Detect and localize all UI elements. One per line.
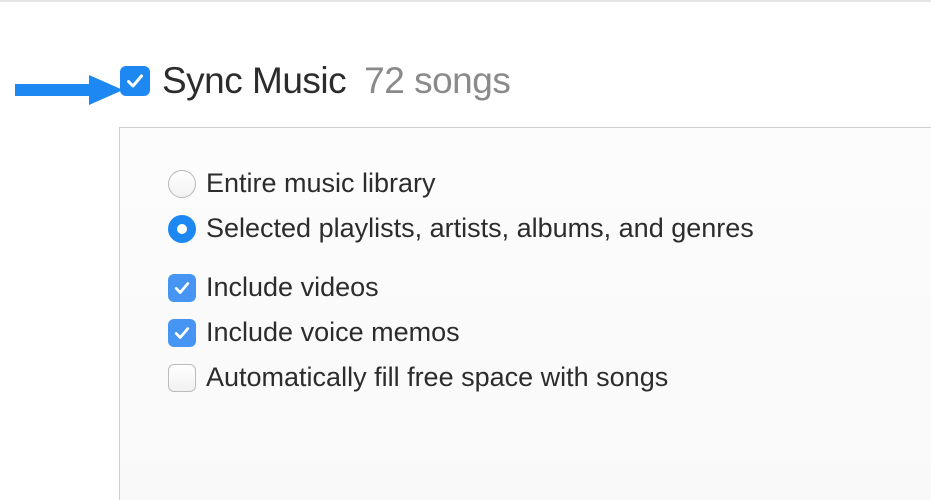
divider-line	[0, 0, 931, 2]
radio-row-entire-library: Entire music library	[168, 168, 891, 199]
radio-selected-playlists[interactable]	[168, 215, 196, 243]
sync-music-title: Sync Music	[162, 60, 346, 102]
checkbox-include-voice-memos[interactable]	[168, 319, 196, 347]
check-icon	[173, 324, 191, 342]
sync-options-panel: Entire music library Selected playlists,…	[119, 127, 931, 500]
checkbox-auto-fill[interactable]	[168, 364, 196, 392]
checkbox-row-auto-fill: Automatically fill free space with songs	[168, 362, 891, 393]
radio-entire-library-label: Entire music library	[206, 168, 436, 199]
annotation-arrow-icon	[15, 75, 123, 105]
auto-fill-label: Automatically fill free space with songs	[206, 362, 668, 393]
include-voice-memos-label: Include voice memos	[206, 317, 460, 348]
song-count-label: 72 songs	[364, 60, 510, 102]
checkbox-row-include-voice-memos: Include voice memos	[168, 317, 891, 348]
check-icon	[173, 279, 191, 297]
checkbox-row-include-videos: Include videos	[168, 272, 891, 303]
radio-row-selected-playlists: Selected playlists, artists, albums, and…	[168, 213, 891, 244]
sync-music-checkbox[interactable]	[120, 66, 150, 96]
sync-music-header: Sync Music 72 songs	[120, 60, 510, 102]
checkbox-include-videos[interactable]	[168, 274, 196, 302]
radio-selected-playlists-label: Selected playlists, artists, albums, and…	[206, 213, 754, 244]
include-videos-label: Include videos	[206, 272, 379, 303]
check-icon	[125, 71, 145, 91]
radio-entire-library[interactable]	[168, 170, 196, 198]
